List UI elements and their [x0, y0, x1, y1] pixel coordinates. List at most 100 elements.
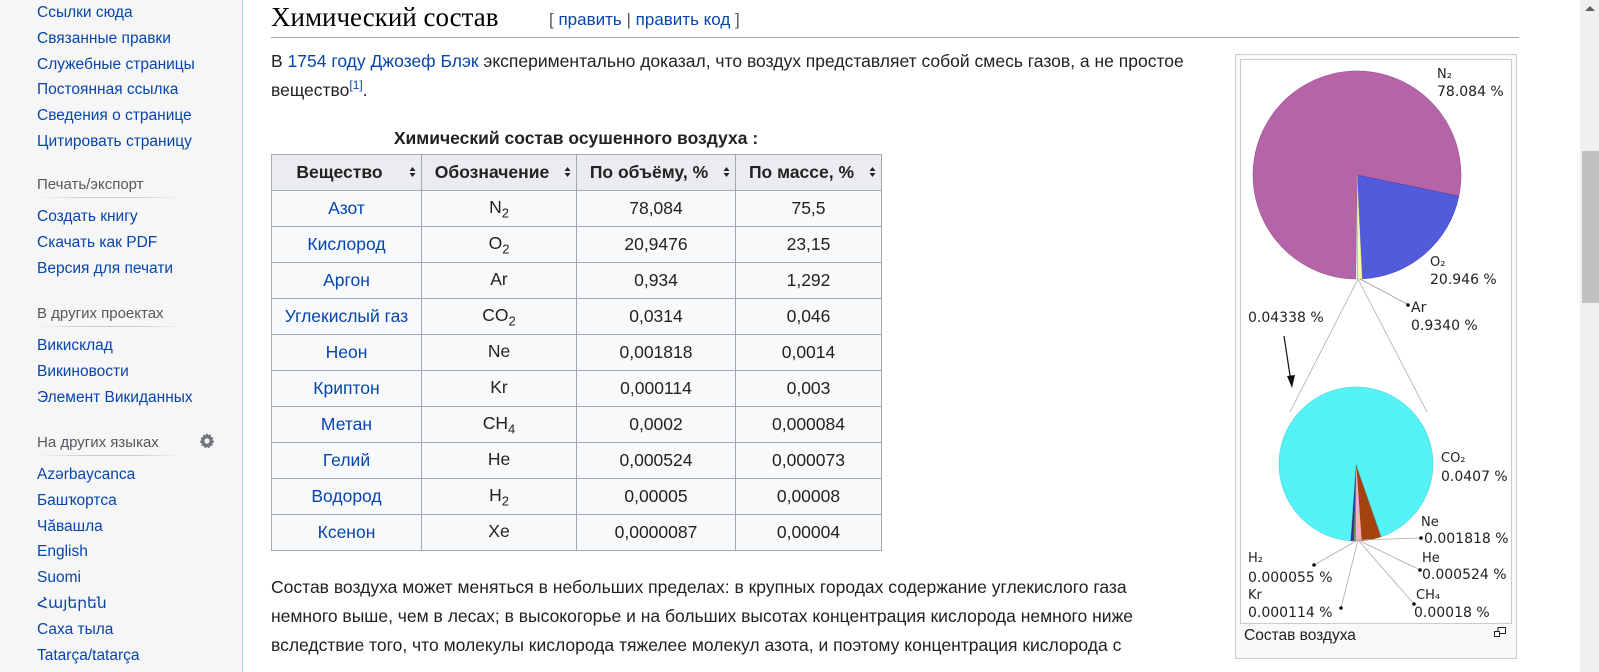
air-composition-figure: N₂ 78.084 % O₂ 20.946 % Ar 0.9340 % 0.04338 % C… — [1235, 54, 1517, 659]
sidebar-link-wikidata-item[interactable]: Элемент Викиданных — [37, 385, 193, 411]
sidebar-lang-chuvash[interactable]: Чӑвашла — [37, 514, 187, 540]
table-row: Аргон Ar 0,934 1,292 — [271, 262, 882, 299]
mass-cell: 0,00008 — [735, 478, 882, 515]
label-ne-name: Ne — [1421, 515, 1439, 530]
sidebar-lang-azerbaijani[interactable]: Azərbaycanca — [37, 462, 187, 488]
symbol-text: H — [489, 484, 502, 505]
header-mass[interactable]: По массе, % — [735, 154, 882, 191]
symbol-cell: He — [421, 442, 577, 479]
leader-kr — [1340, 539, 1359, 609]
table-row: Ксенон Xe 0,0000087 0,00004 — [271, 514, 882, 551]
substance-link[interactable]: Гелий — [271, 442, 422, 479]
edit-bracket-open: [ — [549, 10, 554, 29]
sidebar-link-printable-version[interactable]: Версия для печати — [37, 256, 187, 282]
substance-link[interactable]: Азот — [271, 190, 422, 227]
arrow-line — [1283, 335, 1292, 383]
symbol-text: Ar — [490, 268, 508, 289]
leader-ar — [1359, 278, 1408, 305]
print-export-heading[interactable]: Печать/экспорт — [37, 176, 184, 198]
year-1754-link[interactable]: 1754 году — [288, 51, 366, 71]
substance-link[interactable]: Ксенон — [271, 514, 422, 551]
dot-ar — [1406, 303, 1410, 307]
mass-cell: 0,000073 — [735, 442, 882, 479]
sidebar-link-permanent-link[interactable]: Постоянная ссылка — [37, 77, 187, 103]
edit-source-link[interactable]: править код — [636, 10, 731, 29]
sidebar-link-cite-page[interactable]: Цитировать страницу — [37, 129, 192, 155]
symbol-text: O — [488, 232, 503, 253]
sort-icon[interactable] — [869, 166, 876, 178]
figure-image[interactable]: N₂ 78.084 % O₂ 20.946 % Ar 0.9340 % 0.04338 % C… — [1240, 59, 1512, 624]
sidebar-link-wikinews[interactable]: Викиновости — [37, 359, 187, 385]
sidebar-lang-bashkir[interactable]: Башҡортса — [37, 488, 187, 514]
sidebar-link-download-pdf[interactable]: Скачать как PDF — [37, 230, 187, 256]
table-row: Неон Ne 0,001818 0,0014 — [271, 334, 882, 371]
label-n2-value: 78.084 % — [1437, 84, 1504, 100]
symbol-cell: Ar — [421, 262, 577, 299]
sidebar: Ссылки сюда Связанные правки Служебные с… — [0, 0, 242, 672]
mass-cell: 0,003 — [735, 370, 882, 407]
sidebar-link-special-pages[interactable]: Служебные страницы — [37, 52, 195, 78]
gear-icon[interactable] — [199, 433, 215, 449]
substance-link[interactable]: Водород — [271, 478, 422, 515]
sidebar-lang-armenian[interactable]: Հայերեն — [37, 591, 187, 617]
paragraph-line: немного выше, чем в лесах; в высокогорье… — [271, 606, 1134, 626]
substance-link[interactable]: Аргон — [271, 262, 422, 299]
edit-section-link[interactable]: править — [558, 10, 621, 29]
symbol-cell: Kr — [421, 370, 577, 407]
label-ar-value: 0.9340 % — [1411, 318, 1478, 334]
scroll-up-arrow-icon[interactable] — [1585, 6, 1595, 11]
reference-1-link[interactable]: [1] — [349, 78, 362, 92]
leader-he — [1357, 539, 1421, 571]
label-h2-value: 0.000055 % — [1248, 570, 1333, 586]
sort-icon[interactable] — [723, 166, 730, 178]
symbol-subscript: 4 — [508, 421, 516, 437]
header-symbol[interactable]: Обозначение — [421, 154, 577, 191]
symbol-text: Xe — [488, 520, 510, 541]
sidebar-link-create-book[interactable]: Создать книгу — [37, 204, 187, 230]
symbol-subscript: 2 — [508, 313, 516, 329]
vertical-scrollbar[interactable] — [1580, 0, 1599, 672]
volume-cell: 0,00005 — [576, 478, 736, 515]
other-projects-heading[interactable]: В других проектах — [37, 305, 184, 327]
composition-table: Вещество Обозначение По объёму, % По мас… — [271, 154, 882, 551]
label-kr-name: Kr — [1248, 588, 1263, 603]
section-heading: Химический состав [ править | править ко… — [271, 0, 1519, 38]
substance-link[interactable]: Криптон — [271, 370, 422, 407]
sidebar-lang-tatar[interactable]: Tatarça/tatarça — [37, 643, 187, 669]
edit-bracket-close: ] — [735, 10, 740, 29]
scrollbar-thumb[interactable] — [1582, 151, 1599, 303]
label-co2-value: 0.0407 % — [1441, 469, 1508, 485]
symbol-text: N — [489, 196, 502, 217]
label-o2-value: 20.946 % — [1430, 272, 1497, 288]
sort-icon[interactable] — [564, 166, 571, 178]
intro-paragraph: В 1754 году Джозеф Блэк экспериментально… — [271, 47, 1201, 105]
magnify-clip-icon[interactable] — [1494, 627, 1506, 637]
substance-link[interactable]: Кислород — [271, 226, 422, 263]
leader-ch4 — [1357, 539, 1415, 605]
header-substance[interactable]: Вещество — [271, 154, 422, 191]
symbol-text: CO — [482, 304, 509, 325]
sidebar-lang-finnish[interactable]: Suomi — [37, 565, 187, 591]
header-label: Обозначение — [434, 162, 550, 182]
sidebar-lang-english[interactable]: English — [37, 539, 187, 565]
substance-link[interactable]: Неон — [271, 334, 422, 371]
languages-heading[interactable]: На других языках — [37, 434, 184, 456]
dot-h2 — [1312, 563, 1316, 567]
sidebar-link-what-links-here[interactable]: Ссылки сюда — [37, 0, 187, 26]
sidebar-link-page-info[interactable]: Сведения о странице — [37, 103, 192, 129]
leader-h2 — [1313, 539, 1359, 566]
joseph-black-link[interactable]: Джозеф Блэк — [371, 51, 479, 71]
label-other-value: 0.04338 % — [1248, 310, 1324, 326]
header-volume[interactable]: По объёму, % — [576, 154, 736, 191]
arrow-head — [1287, 375, 1295, 388]
substance-link[interactable]: Метан — [271, 406, 422, 443]
sidebar-lang-sakha[interactable]: Саха тыла — [37, 617, 187, 643]
sort-icon[interactable] — [409, 166, 416, 178]
table-row: Криптон Kr 0,000114 0,003 — [271, 370, 882, 407]
symbol-cell: O2 — [421, 226, 577, 263]
sidebar-link-related-changes[interactable]: Связанные правки — [37, 26, 187, 52]
symbol-text: CH — [482, 412, 509, 433]
symbol-cell: CO2 — [421, 298, 577, 335]
substance-link[interactable]: Углекислый газ — [271, 298, 422, 335]
sidebar-link-commons[interactable]: Викисклад — [37, 333, 187, 359]
